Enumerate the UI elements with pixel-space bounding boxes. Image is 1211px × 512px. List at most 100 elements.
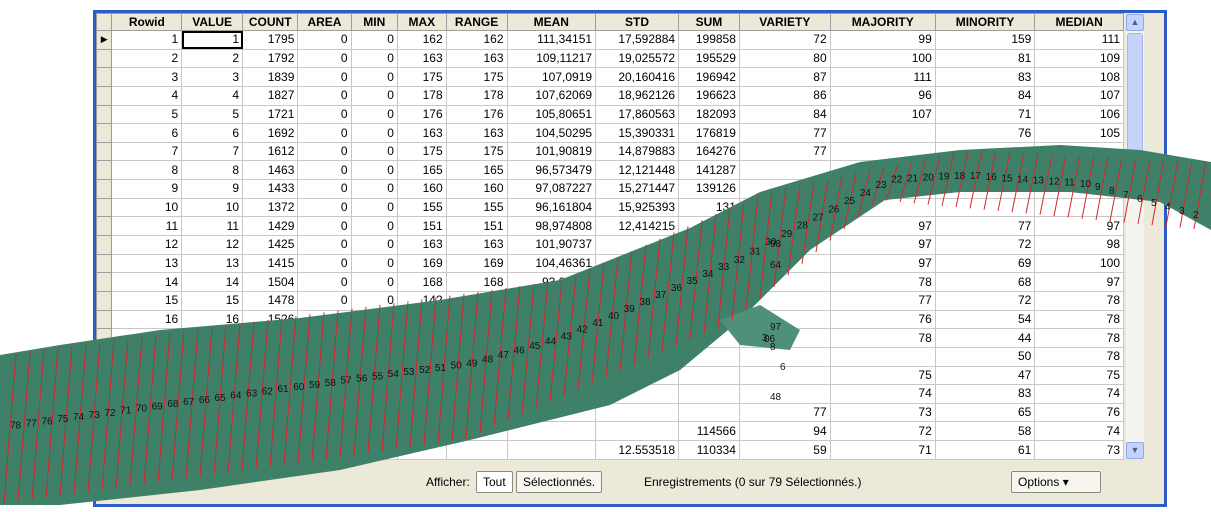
table-cell[interactable] (934, 179, 1036, 199)
scroll-up-button[interactable]: ▲ (1126, 14, 1144, 31)
table-cell[interactable]: 84 (738, 104, 831, 125)
table-cell[interactable]: 17 (111, 328, 183, 348)
selectionnes-button[interactable]: Sélectionnés. (516, 471, 603, 493)
table-cell[interactable]: 182093 (678, 104, 740, 125)
table-cell[interactable]: 0 (297, 197, 352, 218)
table-cell[interactable] (350, 421, 398, 442)
table-cell[interactable] (297, 328, 352, 348)
table-cell[interactable]: 0 (297, 253, 352, 274)
table-cell[interactable]: 98 (1034, 235, 1124, 255)
table-cell[interactable]: 1 (111, 30, 183, 50)
table-cell[interactable]: 71 (934, 104, 1036, 125)
table-cell[interactable] (738, 328, 831, 348)
table-cell[interactable] (934, 160, 1036, 181)
table-cell[interactable]: 0 (297, 30, 352, 50)
table-cell[interactable] (396, 365, 447, 386)
table-cell[interactable]: 0 (350, 235, 398, 255)
table-cell[interactable]: 13 (181, 253, 244, 274)
table-cell[interactable] (242, 402, 299, 423)
table-cell[interactable]: 71 (829, 440, 936, 460)
table-cell[interactable]: 162 (445, 30, 508, 50)
table-cell[interactable]: 9 (111, 179, 183, 199)
table-cell[interactable] (738, 160, 831, 181)
table-cell[interactable]: 162 (396, 30, 447, 50)
table-cell[interactable] (297, 421, 352, 442)
table-cell[interactable]: 12.553518 (595, 440, 680, 460)
table-row[interactable]: 6 6 1692 0 0 163 163 104,50295 15,390331 176819 77… (95, 123, 1124, 143)
table-cell[interactable] (829, 160, 936, 181)
table-cell[interactable] (829, 197, 936, 218)
column-header-max[interactable]: MAX (396, 13, 447, 31)
table-cell[interactable]: 1528 (242, 328, 299, 348)
column-header-majority[interactable]: MAJORITY (829, 13, 936, 31)
table-cell[interactable]: 77 (829, 290, 936, 311)
row-selector[interactable] (95, 67, 113, 87)
table-cell[interactable]: 97 (1034, 272, 1124, 292)
table-cell[interactable]: 94 (738, 421, 831, 442)
table-cell[interactable]: 163 (445, 123, 508, 143)
table-cell[interactable]: 72 (934, 290, 1036, 311)
table-cell[interactable]: 163 (445, 48, 508, 69)
table-cell[interactable] (350, 346, 398, 367)
table-row[interactable]: 15 15 1478 0 0 142 142 77 72 78 (95, 290, 1124, 311)
table-cell[interactable]: 76 (934, 123, 1036, 143)
table-cell[interactable]: 16 (181, 309, 244, 330)
table-cell[interactable]: 168 (445, 272, 508, 292)
row-selector[interactable] (95, 365, 113, 386)
row-selector[interactable] (95, 290, 113, 311)
table-cell[interactable]: 0 (350, 253, 398, 274)
table-cell[interactable]: 15,271447 (595, 179, 680, 199)
table-cell[interactable] (396, 328, 447, 348)
table-row[interactable]: 50 78 (95, 346, 1124, 367)
table-cell[interactable]: 14 (181, 272, 244, 292)
table-cell[interactable]: 0 (350, 216, 398, 237)
table-cell[interactable] (738, 309, 831, 330)
table-cell[interactable] (1034, 179, 1124, 199)
table-cell[interactable]: 75 (1034, 365, 1124, 386)
table-cell[interactable]: 10 (111, 197, 183, 218)
table-cell[interactable]: 0 (350, 272, 398, 292)
table-cell[interactable]: 97 (829, 216, 936, 237)
table-cell[interactable]: 160 (445, 179, 508, 199)
column-header-area[interactable]: AREA (297, 13, 352, 31)
column-header-sum[interactable]: SUM (678, 13, 740, 31)
table-cell[interactable]: 83 (934, 384, 1036, 404)
table-cell[interactable]: 176 (396, 104, 447, 125)
table-cell[interactable] (678, 253, 740, 274)
table-cell[interactable]: 77 (934, 216, 1036, 237)
table-cell[interactable] (934, 141, 1036, 162)
table-cell[interactable]: 1827 (242, 85, 299, 106)
table-row[interactable]: 7 7 1612 0 0 175 175 101,90819 14,879883 164276 77 (95, 141, 1124, 162)
table-cell[interactable] (445, 421, 508, 442)
table-cell[interactable] (595, 346, 680, 367)
row-selector[interactable] (95, 253, 113, 274)
table-cell[interactable]: 74 (1034, 384, 1124, 404)
table-cell[interactable]: 107 (829, 104, 936, 125)
table-cell[interactable] (678, 365, 740, 386)
table-cell[interactable]: 0 (297, 85, 352, 106)
table-cell[interactable] (738, 290, 831, 311)
table-cell[interactable]: 176 (445, 104, 508, 125)
table-cell[interactable] (181, 384, 244, 404)
table-cell[interactable]: 74 (829, 384, 936, 404)
table-cell[interactable] (829, 141, 936, 162)
row-selector[interactable] (95, 421, 113, 442)
table-cell[interactable]: 20,160416 (595, 67, 680, 87)
row-selector[interactable] (95, 440, 113, 460)
table-row[interactable]: 17 17 1528 78 44 78 (95, 328, 1124, 348)
table-cell[interactable]: 0 (297, 309, 352, 330)
table-row[interactable]: 16 16 1526 0 0 153 76 54 78 (95, 309, 1124, 330)
table-cell[interactable]: 142 (445, 290, 508, 311)
table-cell[interactable] (350, 365, 398, 386)
table-cell[interactable]: 98,974808 (506, 216, 597, 237)
table-cell[interactable] (595, 272, 680, 292)
table-cell[interactable]: 17 (181, 328, 244, 348)
column-header-std[interactable]: STD (595, 13, 680, 31)
table-cell[interactable]: 5 (181, 104, 244, 125)
table-cell[interactable]: 2 (181, 48, 244, 69)
table-cell[interactable]: 101,90819 (506, 141, 597, 162)
table-cell[interactable]: 0 (297, 104, 352, 125)
column-header-minority[interactable]: MINORITY (934, 13, 1036, 31)
table-cell[interactable] (506, 328, 597, 348)
table-row[interactable]: 2 2 1792 0 0 163 163 109,11217 19,025572 195529 80… (95, 48, 1124, 69)
